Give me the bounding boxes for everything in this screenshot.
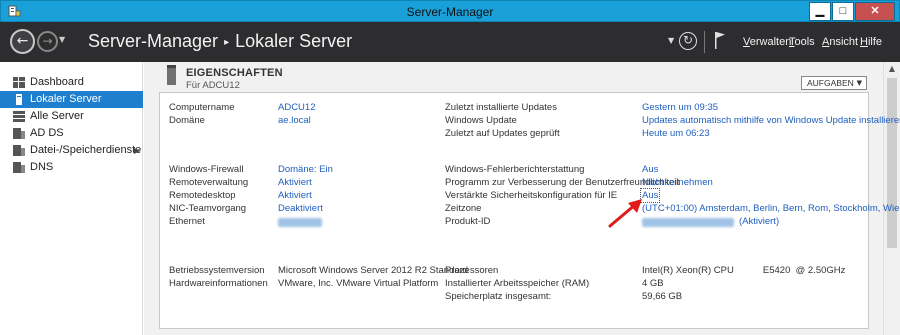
title-bar: Server-Manager ▁ □ ✕ — [0, 0, 900, 22]
last-updates-link[interactable]: Gestern um 09:35 — [642, 102, 718, 113]
sidebar-item-alle-server[interactable]: Alle Server — [0, 108, 143, 125]
sidebar-item-ad-ds[interactable]: AD DS — [0, 125, 143, 142]
refresh-dropdown-icon[interactable]: ▼ — [668, 36, 674, 45]
error-reporting-link[interactable]: Aus — [642, 164, 658, 175]
sidebar-item-label: Alle Server — [30, 110, 84, 122]
os-version-value: Microsoft Windows Server 2012 R2 Standar… — [278, 265, 469, 276]
sidebar-item-datei-speicherdienste[interactable]: Datei-/Speicherdienste ▶ — [0, 142, 143, 159]
error-reporting-label: Windows-Fehlerberichterstattung — [445, 164, 585, 175]
firewall-link[interactable]: Domäne: Ein — [278, 164, 333, 175]
storage-icon — [13, 145, 25, 156]
windows-update-label: Windows Update — [445, 115, 517, 126]
sidebar: Dashboard Lokaler Server Alle Server AD … — [0, 62, 143, 335]
os-version-label: Betriebssystemversion — [169, 265, 265, 276]
nic-teaming-label: NIC-Teamvorgang — [169, 203, 247, 214]
firewall-label: Windows-Firewall — [169, 164, 244, 175]
vertical-scrollbar[interactable]: ▲ — [883, 62, 900, 335]
processors-label: Prozessoren — [445, 265, 499, 276]
close-button[interactable]: ✕ — [855, 2, 895, 21]
chevron-down-icon: ▼ — [856, 79, 862, 87]
ram-value: 4 GB — [642, 278, 664, 289]
servers-icon — [13, 111, 25, 122]
refresh-icon[interactable]: ↻ — [679, 32, 697, 50]
computername-link[interactable]: ADCU12 — [278, 102, 316, 113]
last-check-link[interactable]: Heute um 06:23 — [642, 128, 710, 139]
sidebar-item-label: Datei-/Speicherdienste — [30, 144, 142, 156]
menu-verwalten[interactable]: Verwalten — [743, 36, 791, 48]
last-updates-label: Zuletzt installierte Updates — [445, 102, 557, 113]
hardware-value: VMware, Inc. VMware Virtual Platform — [278, 278, 439, 289]
breadcrumb-page: Lokaler Server — [235, 31, 353, 51]
product-id-status-link[interactable]: (Aktiviert) — [739, 216, 779, 227]
sidebar-item-label: Lokaler Server — [30, 93, 102, 105]
ad-icon — [13, 128, 25, 139]
sidebar-item-label: DNS — [30, 161, 54, 173]
menu-hilfe[interactable]: Hilfe — [860, 36, 882, 48]
breadcrumb-app[interactable]: Server-Manager — [88, 31, 218, 51]
history-dropdown-icon[interactable]: ▼ — [59, 35, 65, 44]
ram-label: Installierter Arbeitsspeicher (RAM) — [445, 278, 590, 289]
sidebar-item-dashboard[interactable]: Dashboard — [0, 74, 143, 91]
header-divider — [704, 31, 705, 53]
sidebar-item-label: AD DS — [30, 127, 64, 139]
forward-arrow-icon[interactable]: → — [37, 31, 58, 52]
tile-subtitle: Für ADCU12 — [186, 80, 240, 91]
ceip-link[interactable]: Nicht teilnehmen — [642, 177, 713, 188]
sidebar-item-label: Dashboard — [30, 76, 84, 88]
window-title: Server-Manager — [406, 5, 494, 19]
breadcrumb: Server-Manager ▸ Lokaler Server — [88, 31, 352, 52]
remote-mgmt-label: Remoteverwaltung — [169, 177, 249, 188]
product-id-label: Produkt-ID — [445, 216, 491, 227]
red-arrow-annotation-icon — [608, 199, 642, 228]
scroll-thumb[interactable] — [887, 78, 897, 248]
maximize-button[interactable]: □ — [832, 2, 854, 21]
timezone-label: Zeitzone — [445, 203, 482, 214]
remote-desktop-link[interactable]: Aktiviert — [278, 190, 312, 201]
timezone-link[interactable]: (UTC+01:00) Amsterdam, Berlin, Bern, Rom… — [642, 203, 900, 214]
ethernet-value-redacted[interactable] — [278, 218, 322, 227]
hardware-label: Hardwareinformationen — [169, 278, 268, 289]
header-bar: ← → ▼ Server-Manager ▸ Lokaler Server ▼ ↻ … — [0, 22, 900, 62]
last-check-label: Zuletzt auf Updates geprüft — [445, 128, 560, 139]
domain-link[interactable]: ae.local — [278, 115, 311, 126]
notifications-flag-icon[interactable] — [712, 30, 728, 50]
menu-tools[interactable]: Tools — [789, 36, 815, 48]
nic-teaming-link[interactable]: Deaktiviert — [278, 203, 323, 214]
remote-desktop-label: Remotedesktop — [169, 190, 236, 201]
dashboard-icon — [13, 77, 25, 88]
tasks-dropdown-button[interactable]: AUFGABEN ▼ — [801, 76, 867, 90]
breadcrumb-separator-icon: ▸ — [224, 37, 230, 48]
expand-arrow-icon[interactable]: ▶ — [134, 142, 140, 159]
ie-esc-label: Verstärkte Sicherheitskonfiguration für … — [445, 190, 618, 201]
computername-label: Computername — [169, 102, 235, 113]
properties-tile-icon — [167, 65, 176, 85]
domain-label: Domäne — [169, 115, 205, 126]
server-icon — [16, 94, 22, 105]
remote-mgmt-link[interactable]: Aktiviert — [278, 177, 312, 188]
menu-ansicht[interactable]: Ansicht — [822, 36, 858, 48]
tile-title: EIGENSCHAFTEN — [186, 67, 283, 79]
windows-update-link[interactable]: Updates automatisch mithilfe von Windows… — [642, 115, 900, 126]
storage-label: Speicherplatz insgesamt: — [445, 291, 552, 302]
tasks-label: AUFGABEN — [807, 78, 854, 88]
storage-value: 59,66 GB — [642, 291, 683, 302]
product-id-redacted[interactable] — [642, 218, 734, 227]
minimize-button[interactable]: ▁ — [809, 2, 831, 21]
sidebar-item-lokaler-server[interactable]: Lokaler Server — [0, 91, 143, 108]
ethernet-label: Ethernet — [169, 216, 205, 227]
scroll-up-icon[interactable]: ▲ — [884, 62, 900, 76]
processors-value: Intel(R) Xeon(R) CPU E5420 @ 2.50GHz — [642, 265, 846, 276]
back-arrow-icon[interactable]: ← — [10, 29, 35, 54]
sidebar-item-dns[interactable]: DNS — [0, 159, 143, 176]
dns-icon — [13, 162, 25, 173]
